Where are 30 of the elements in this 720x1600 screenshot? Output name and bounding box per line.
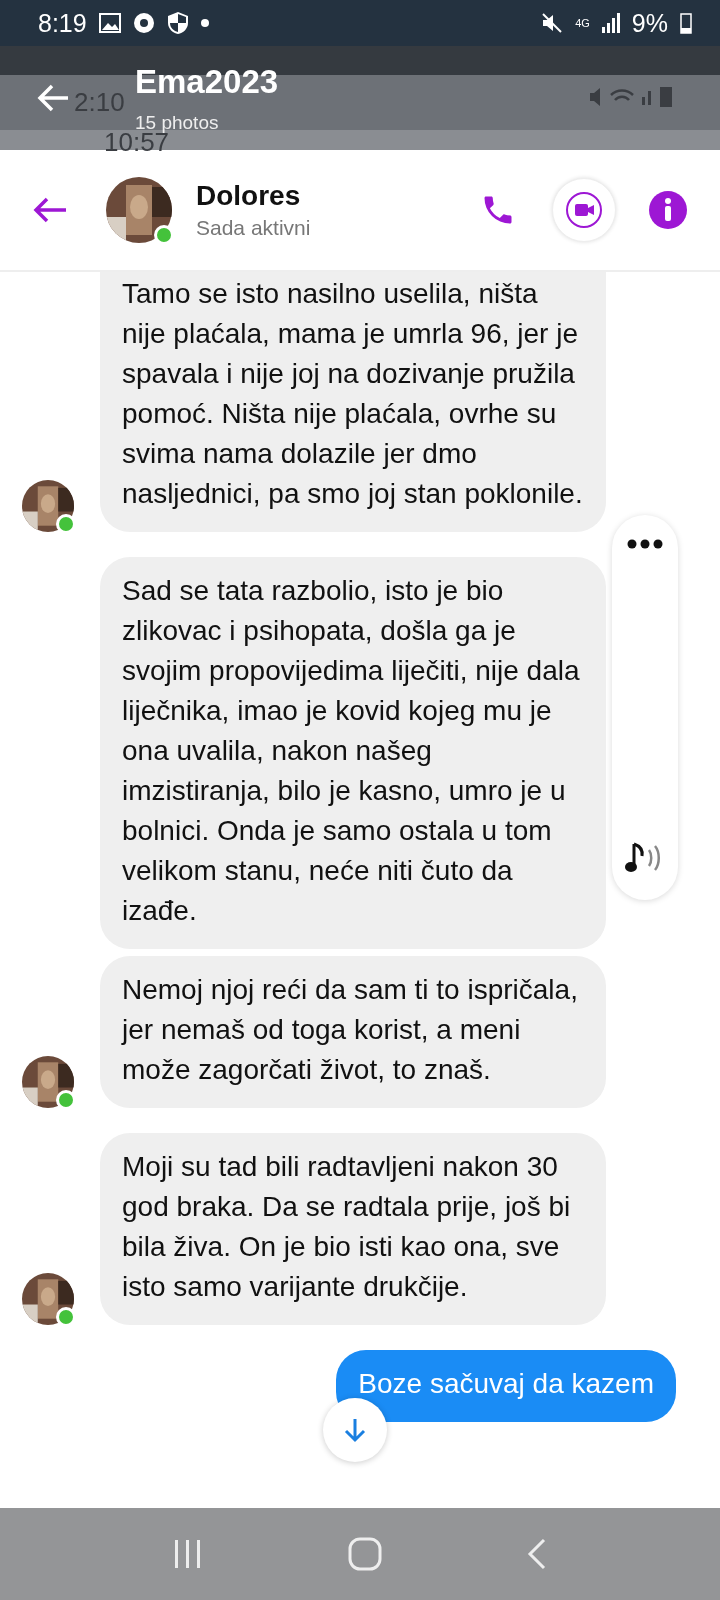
album-title: Ema2023: [135, 63, 279, 101]
signal-icon: [601, 13, 620, 33]
contact-name: Dolores: [196, 180, 302, 212]
more-icon[interactable]: [627, 539, 663, 549]
status-time: 8:19: [38, 8, 87, 38]
recent-apps-icon[interactable]: [172, 1540, 203, 1568]
online-dot: [56, 1307, 76, 1327]
video-call-button[interactable]: [552, 178, 616, 242]
message-bubble: Sad se tata razbolio, isto je bio zlikovac i psihopata, došla ga je svojim propovijedima liječiti, nije dala liječnika, imao je kovid kojeg mu je ona uvalila, nakon našeg imzistiranja, bilo je kasno, umro je u bolnici. Onda je samo ostala u tom velikom stanu, neće niti čuto da izađe.: [100, 557, 606, 949]
shield-icon: [166, 11, 189, 35]
message-bubble: Nemoj njoj reći da sam ti to ispričala, jer nemaš od toga korist, a meni može zagorčati život, to znaš.: [100, 956, 606, 1108]
online-dot: [56, 514, 76, 534]
info-button[interactable]: [648, 190, 688, 230]
battery-percent: 9%: [631, 8, 668, 38]
online-dot: [56, 1090, 76, 1110]
video-camera-icon: [565, 191, 603, 229]
message-bubble: Boze sačuvaj da kazem: [336, 1350, 676, 1422]
message-bubble: Moji su tad bili radtavljeni nakon 30 god braka. Da se radtala prije, još bi bila živa. On je bio isti kao ona, sve isto samo varijante drukčije.: [100, 1133, 606, 1325]
back-icon[interactable]: [527, 1538, 548, 1570]
scroll-down-button[interactable]: [323, 1398, 387, 1462]
arrow-down-icon: [343, 1417, 367, 1443]
home-icon[interactable]: [348, 1537, 382, 1571]
message-bubble: Tamo se isto nasilno uselila, ništa nije plaćala, mama je umrla 96, jer je spavala i nije joj na dozivanje pružila pomoć. Ništa nije plaćala, ovrhe su svima nama dolazile jer dmo nasljednici, pa smo joj stan poklonile.: [100, 272, 606, 532]
image-icon: [98, 13, 121, 33]
network-type: 4G: [575, 17, 590, 29]
dot-icon: [200, 19, 209, 27]
active-status: Sada aktivni: [196, 216, 311, 240]
back-button[interactable]: [32, 195, 68, 225]
back-arrow-icon[interactable]: [36, 83, 70, 113]
signal-icon: [642, 89, 652, 105]
